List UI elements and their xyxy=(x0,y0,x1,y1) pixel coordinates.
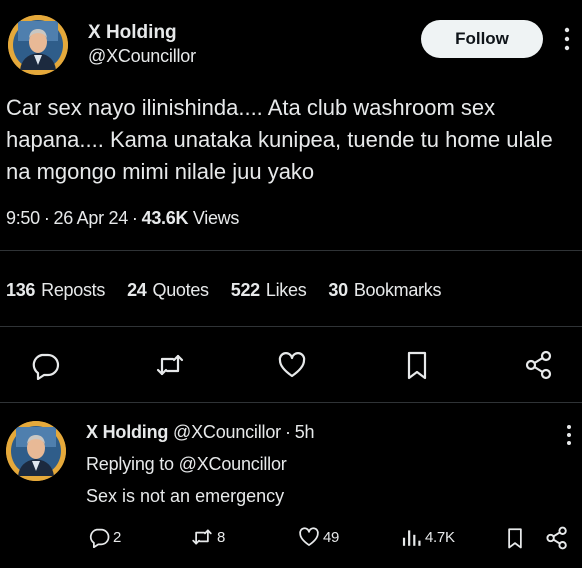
reply-author-handle[interactable]: @XCouncillor xyxy=(173,422,281,442)
stat-reposts[interactable]: 136 Reposts xyxy=(6,280,105,301)
more-options-icon[interactable] xyxy=(562,26,572,52)
reply-author-name[interactable]: X Holding xyxy=(86,422,168,442)
meta-separator: · xyxy=(131,208,138,228)
reply-like-action[interactable]: 49 xyxy=(298,526,339,548)
follow-button[interactable]: Follow xyxy=(421,20,543,58)
avatar[interactable] xyxy=(6,421,66,481)
reply-action-bar: 2 8 49 4.7K xyxy=(0,522,582,554)
like-count: 49 xyxy=(323,528,340,546)
tweet-header: X Holding @XCouncillor Follow xyxy=(0,0,582,84)
views-count: 43.6K xyxy=(141,208,189,228)
reply-text: Sex is not an emergency xyxy=(86,486,285,506)
stat-count: 24 xyxy=(127,280,147,300)
stat-label: Likes xyxy=(265,280,307,300)
tweet-text: Car sex nayo ilinishinda.... Ata club wa… xyxy=(6,95,553,184)
stat-count: 30 xyxy=(328,280,348,300)
tweet-detail-page: X Holding @XCouncillor Follow Car sex na… xyxy=(0,0,582,568)
engagement-stats: 136 Reposts 24 Quotes 522 Likes 30 Bookmarks xyxy=(6,280,441,301)
divider xyxy=(0,250,582,251)
tweet-date[interactable]: 26 Apr 24 xyxy=(54,208,129,228)
views-count: 4.7K xyxy=(425,528,455,546)
repost-icon[interactable] xyxy=(155,350,185,380)
tweet-time[interactable]: 9:50 xyxy=(6,208,40,228)
reply-icon xyxy=(89,528,110,548)
replying-to[interactable]: Replying to @XCouncillor xyxy=(86,454,287,475)
stat-count: 136 xyxy=(6,280,36,300)
bookmark-icon[interactable] xyxy=(504,526,526,550)
author-name[interactable]: X Holding xyxy=(88,22,177,44)
stat-likes[interactable]: 522 Likes xyxy=(231,280,307,301)
stat-label: Reposts xyxy=(41,280,106,300)
author-handle[interactable]: @XCouncillor xyxy=(88,46,196,67)
stat-bookmarks[interactable]: 30 Bookmarks xyxy=(328,280,441,301)
divider xyxy=(0,402,582,403)
stat-label: Bookmarks xyxy=(353,280,442,300)
action-bar xyxy=(0,340,582,390)
reply-header: X Holding @XCouncillor · 5h xyxy=(86,422,315,443)
share-icon[interactable] xyxy=(545,526,569,550)
stat-quotes[interactable]: 24 Quotes xyxy=(127,280,209,301)
reply-reply-action[interactable]: 2 xyxy=(88,526,121,548)
like-icon xyxy=(299,527,319,546)
stat-label: Quotes xyxy=(152,280,210,300)
repost-icon xyxy=(192,529,212,545)
bookmark-icon[interactable] xyxy=(402,350,432,380)
stat-count: 522 xyxy=(230,280,260,300)
reply-repost-action[interactable]: 8 xyxy=(190,526,225,548)
meta-separator: · xyxy=(284,422,291,442)
views-icon xyxy=(402,530,421,546)
meta-separator: · xyxy=(43,208,50,228)
reply-count: 2 xyxy=(113,528,122,546)
divider xyxy=(0,326,582,327)
like-icon[interactable] xyxy=(277,350,307,380)
avatar[interactable] xyxy=(8,15,68,75)
reply-views-action[interactable]: 4.7K xyxy=(400,526,455,548)
repost-count: 8 xyxy=(217,528,226,546)
reply-age[interactable]: 5h xyxy=(295,422,315,442)
share-icon[interactable] xyxy=(524,350,554,380)
more-options-icon[interactable] xyxy=(565,424,573,446)
views-label: Views xyxy=(192,208,240,228)
reply-icon[interactable] xyxy=(30,350,60,380)
tweet-meta: 9:50 · 26 Apr 24 · 43.6K Views xyxy=(6,208,239,229)
